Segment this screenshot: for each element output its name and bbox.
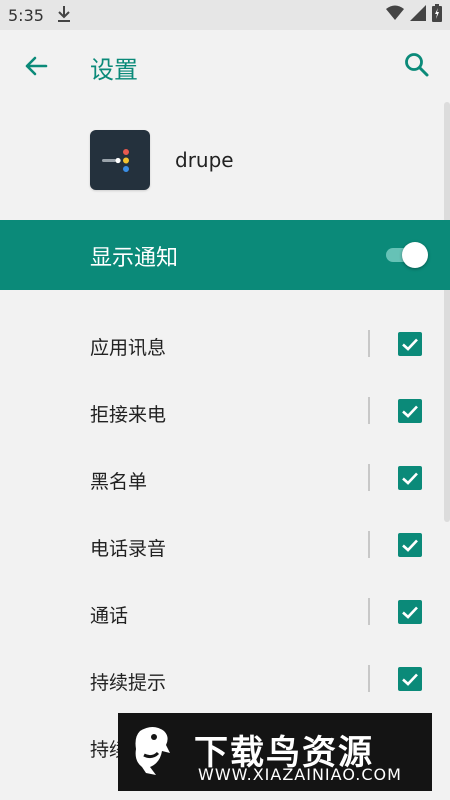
check-icon — [402, 405, 418, 418]
app-icon — [90, 130, 150, 190]
check-icon — [402, 472, 418, 485]
page-title: 设置 — [90, 56, 138, 84]
checkbox[interactable] — [398, 399, 422, 423]
divider — [368, 464, 370, 491]
search-button[interactable] — [402, 50, 432, 80]
list-item[interactable]: 通话 — [0, 578, 450, 645]
check-icon — [402, 673, 418, 686]
item-label: 拒接来电 — [90, 404, 167, 426]
toggle-thumb — [402, 242, 428, 268]
show-notifications-row[interactable]: 显示通知 — [0, 220, 450, 290]
checkbox[interactable] — [398, 533, 422, 557]
status-bar: 5:35 — [0, 0, 450, 30]
status-icons — [386, 4, 442, 26]
item-label: 通话 — [90, 605, 129, 627]
app-bar: 设置 — [0, 30, 450, 102]
watermark-url: WWW.XIAZAINIAO.COM — [198, 765, 402, 784]
wifi-icon — [386, 5, 404, 25]
check-icon — [402, 606, 418, 619]
check-icon — [402, 338, 418, 351]
list-item[interactable]: 应用讯息 — [0, 310, 450, 377]
list-item[interactable]: 拒接来电 — [0, 377, 450, 444]
checkbox[interactable] — [398, 667, 422, 691]
back-button[interactable] — [22, 52, 50, 80]
watermark: 下载鸟资源 WWW.XIAZAINIAO.COM — [118, 713, 432, 791]
app-name: drupe — [175, 148, 234, 172]
checkbox[interactable] — [398, 466, 422, 490]
item-label: 电话录音 — [90, 538, 167, 560]
list-item[interactable]: 黑名单 — [0, 444, 450, 511]
item-label: 持续提示 — [90, 672, 167, 694]
check-icon — [402, 539, 418, 552]
checkbox[interactable] — [398, 600, 422, 624]
show-notifications-toggle[interactable] — [382, 242, 428, 268]
checkbox[interactable] — [398, 332, 422, 356]
signal-icon — [410, 5, 426, 25]
download-icon — [56, 4, 72, 24]
list-item[interactable]: 电话录音 — [0, 511, 450, 578]
divider — [368, 397, 370, 424]
search-icon — [405, 53, 429, 77]
list-item[interactable]: 持续提示 — [0, 645, 450, 712]
divider — [368, 531, 370, 558]
divider — [368, 598, 370, 625]
battery-icon — [432, 4, 442, 26]
bird-logo-icon — [126, 723, 180, 781]
app-header: drupe — [0, 102, 450, 220]
item-label: 黑名单 — [90, 471, 148, 493]
drupe-logo-icon — [102, 149, 129, 172]
status-time: 5:35 — [8, 6, 44, 25]
item-label: 应用讯息 — [90, 337, 167, 359]
settings-list: 应用讯息 拒接来电 黑名单 电话录音 通话 持续提示 持续 — [0, 310, 450, 779]
show-notifications-label: 显示通知 — [90, 246, 179, 271]
arrow-left-icon — [25, 56, 48, 76]
divider — [368, 330, 370, 357]
divider — [368, 665, 370, 692]
